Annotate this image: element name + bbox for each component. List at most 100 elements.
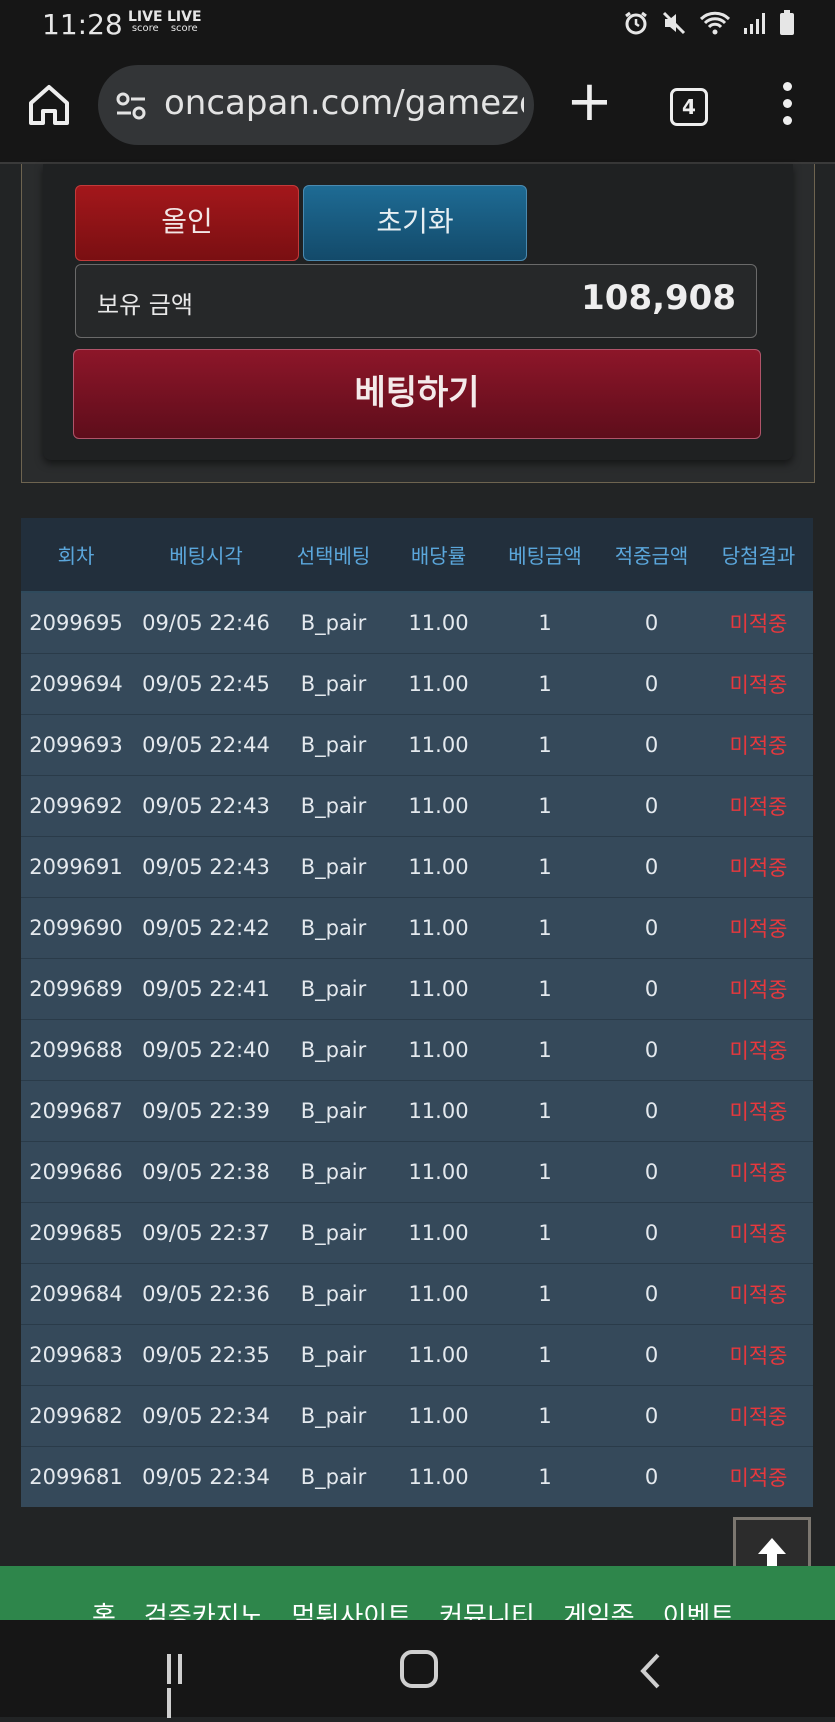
selection-cell: B_pair [281,1385,386,1447]
round-cell: 2099684 [21,1263,131,1325]
home-icon[interactable] [26,82,72,128]
table-row: 2099693 09/05 22:44 B_pair 11.00 1 0 미적중 [21,714,813,776]
odds-cell: 11.00 [386,1080,491,1142]
clock: 11:28 [42,8,123,41]
bet-time-cell: 09/05 22:39 [131,1080,281,1142]
column-header-win-amount: 적중금액 [599,518,704,593]
site-settings-icon[interactable] [114,89,148,123]
system-home-icon[interactable] [400,1650,438,1688]
bet-time-cell: 09/05 22:43 [131,836,281,898]
odds-cell: 11.00 [386,1446,491,1507]
wifi-icon [699,11,731,35]
tab-switcher-button[interactable]: 4 [670,88,708,126]
win-amount-cell: 0 [599,1324,704,1386]
table-row: 2099690 09/05 22:42 B_pair 11.00 1 0 미적중 [21,897,813,959]
win-amount-cell: 0 [599,653,704,715]
round-cell: 2099694 [21,653,131,715]
win-amount-cell: 0 [599,1446,704,1507]
nav-link-game-zone[interactable]: 게임존 [563,1596,635,1620]
nav-link-events[interactable]: 이벤트 [663,1596,735,1620]
bet-amount-cell: 1 [491,592,599,654]
odds-cell: 11.00 [386,775,491,837]
selection-cell: B_pair [281,958,386,1020]
result-cell: 미적중 [704,897,813,959]
odds-cell: 11.00 [386,1263,491,1325]
round-cell: 2099687 [21,1080,131,1142]
mute-icon [662,11,686,35]
result-cell: 미적중 [704,1080,813,1142]
table-row: 2099681 09/05 22:34 B_pair 11.00 1 0 미적중 [21,1446,813,1507]
bet-amount-cell: 1 [491,836,599,898]
round-cell: 2099689 [21,958,131,1020]
back-icon[interactable] [638,1652,662,1690]
result-cell: 미적중 [704,1263,813,1325]
odds-cell: 11.00 [386,1141,491,1203]
system-nav-bar [0,1620,835,1718]
selection-cell: B_pair [281,897,386,959]
nav-link-home[interactable]: 홈 [92,1596,116,1620]
bet-time-cell: 09/05 22:34 [131,1446,281,1507]
nav-link-community[interactable]: 커뮤니티 [439,1596,535,1620]
win-amount-cell: 0 [599,1080,704,1142]
table-row: 2099684 09/05 22:36 B_pair 11.00 1 0 미적중 [21,1263,813,1325]
table-row: 2099686 09/05 22:38 B_pair 11.00 1 0 미적중 [21,1141,813,1203]
selection-cell: B_pair [281,1019,386,1081]
nav-link-verified-casino[interactable]: 검증카지노 [144,1596,264,1620]
result-cell: 미적중 [704,1202,813,1264]
table-row: 2099688 09/05 22:40 B_pair 11.00 1 0 미적중 [21,1019,813,1081]
alarm-icon [625,11,647,35]
selection-cell: B_pair [281,1324,386,1386]
odds-cell: 11.00 [386,897,491,959]
result-cell: 미적중 [704,1141,813,1203]
selection-cell: B_pair [281,1446,386,1507]
bet-time-cell: 09/05 22:43 [131,775,281,837]
win-amount-cell: 0 [599,592,704,654]
win-amount-cell: 0 [599,958,704,1020]
site-footer-nav: 홈 검증카지노 먹튀사이트 커뮤니티 게임존 이벤트 [0,1566,835,1620]
round-cell: 2099690 [21,897,131,959]
win-amount-cell: 0 [599,775,704,837]
table-row: 2099695 09/05 22:46 B_pair 11.00 1 0 미적중 [21,592,813,654]
all-in-button[interactable]: 올인 [75,185,299,261]
round-cell: 2099683 [21,1324,131,1386]
column-header-result: 당첨결과 [704,518,813,593]
browser-menu-icon[interactable] [776,82,798,128]
bet-time-cell: 09/05 22:38 [131,1141,281,1203]
result-cell: 미적중 [704,1385,813,1447]
round-cell: 2099682 [21,1385,131,1447]
round-cell: 2099695 [21,592,131,654]
table-row: 2099687 09/05 22:39 B_pair 11.00 1 0 미적중 [21,1080,813,1142]
bet-amount-cell: 1 [491,1446,599,1507]
bet-time-cell: 09/05 22:40 [131,1019,281,1081]
balance-value: 108,908 [581,278,736,318]
result-cell: 미적중 [704,1324,813,1386]
reset-button[interactable]: 초기화 [303,185,527,261]
win-amount-cell: 0 [599,1263,704,1325]
round-cell: 2099692 [21,775,131,837]
bet-amount-cell: 1 [491,1324,599,1386]
odds-cell: 11.00 [386,1385,491,1447]
bet-amount-cell: 1 [491,1080,599,1142]
bet-time-cell: 09/05 22:42 [131,897,281,959]
recent-apps-icon[interactable] [167,1654,199,1718]
table-row: 2099683 09/05 22:35 B_pair 11.00 1 0 미적중 [21,1324,813,1386]
table-row: 2099682 09/05 22:34 B_pair 11.00 1 0 미적중 [21,1385,813,1447]
address-bar[interactable]: oncapan.com/gamezo [98,65,534,145]
bet-amount-cell: 1 [491,714,599,776]
place-bet-button[interactable]: 베팅하기 [73,349,761,439]
round-cell: 2099685 [21,1202,131,1264]
result-cell: 미적중 [704,1019,813,1081]
url-text[interactable]: oncapan.com/gamezo [164,83,524,123]
odds-cell: 11.00 [386,1324,491,1386]
new-tab-button[interactable]: + [566,72,613,134]
result-cell: 미적중 [704,592,813,654]
nav-link-scam-sites[interactable]: 먹튀사이트 [292,1596,412,1620]
round-cell: 2099693 [21,714,131,776]
bet-time-cell: 09/05 22:45 [131,653,281,715]
odds-cell: 11.00 [386,653,491,715]
bet-amount-cell: 1 [491,1141,599,1203]
selection-cell: B_pair [281,1202,386,1264]
selection-cell: B_pair [281,653,386,715]
column-header-bet-amount: 베팅금액 [491,518,599,593]
selection-cell: B_pair [281,714,386,776]
